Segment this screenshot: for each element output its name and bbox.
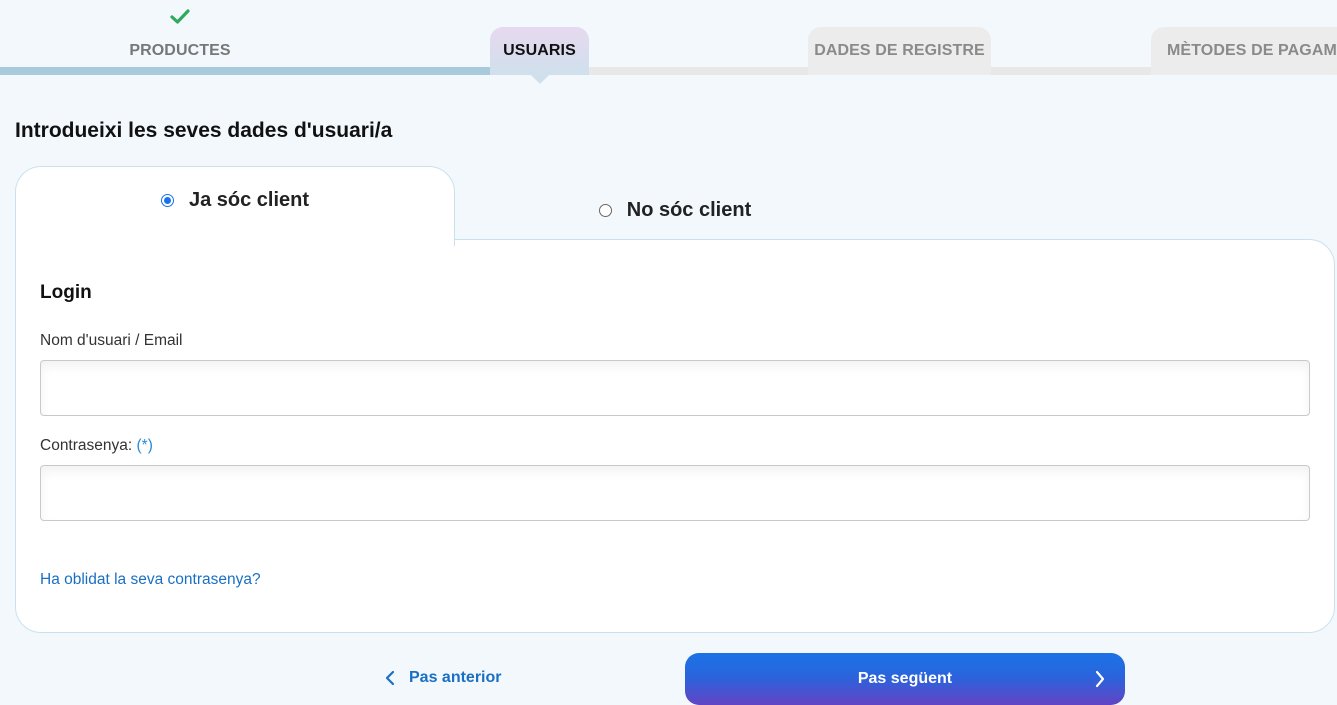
login-card: Login Nom d'usuari / Email Contrasenya: … bbox=[15, 239, 1335, 633]
page-title: Introdueixi les seves dades d'usuari/a bbox=[15, 119, 393, 142]
forgot-password-link[interactable]: Ha oblidat la seva contrasenya? bbox=[40, 571, 261, 589]
checkout-stepper: PRODUCTES USUARIS DADES DE REGISTRE MÈTO… bbox=[0, 0, 1337, 90]
step-metodes-de-pagament: MÈTODES DE PAGAMENT bbox=[1151, 27, 1337, 75]
username-input[interactable] bbox=[40, 360, 1310, 416]
next-step-label: Pas següent bbox=[857, 670, 953, 687]
tab-label-no-soc-client: No sóc client bbox=[626, 198, 752, 221]
password-label: Contrasenya: (*) bbox=[40, 437, 153, 455]
radio-no-soc-client[interactable] bbox=[598, 203, 612, 217]
active-step-pointer bbox=[531, 75, 549, 84]
chevron-right-icon bbox=[1095, 670, 1105, 688]
required-marker: (*) bbox=[136, 437, 153, 454]
previous-step-button[interactable]: Pas anterior bbox=[385, 664, 501, 692]
step-productes[interactable]: PRODUCTES bbox=[110, 27, 250, 75]
password-input[interactable] bbox=[40, 465, 1310, 521]
step-dades-de-registre: DADES DE REGISTRE bbox=[808, 27, 991, 75]
check-icon bbox=[170, 9, 190, 24]
chevron-left-icon bbox=[385, 670, 395, 686]
tab-ja-soc-client[interactable]: Ja sóc client bbox=[15, 166, 455, 246]
previous-step-label: Pas anterior bbox=[409, 669, 502, 686]
tab-no-soc-client[interactable]: No sóc client bbox=[455, 180, 895, 240]
next-step-button[interactable]: Pas següent bbox=[685, 653, 1125, 705]
step-usuaris[interactable]: USUARIS bbox=[490, 27, 589, 75]
username-label: Nom d'usuari / Email bbox=[40, 332, 183, 349]
login-title: Login bbox=[40, 282, 92, 303]
password-label-text: Contrasenya: bbox=[40, 437, 133, 454]
stepper-progress bbox=[0, 67, 540, 75]
tab-label-ja-soc-client: Ja sóc client bbox=[188, 189, 310, 211]
radio-ja-soc-client[interactable] bbox=[160, 194, 174, 207]
